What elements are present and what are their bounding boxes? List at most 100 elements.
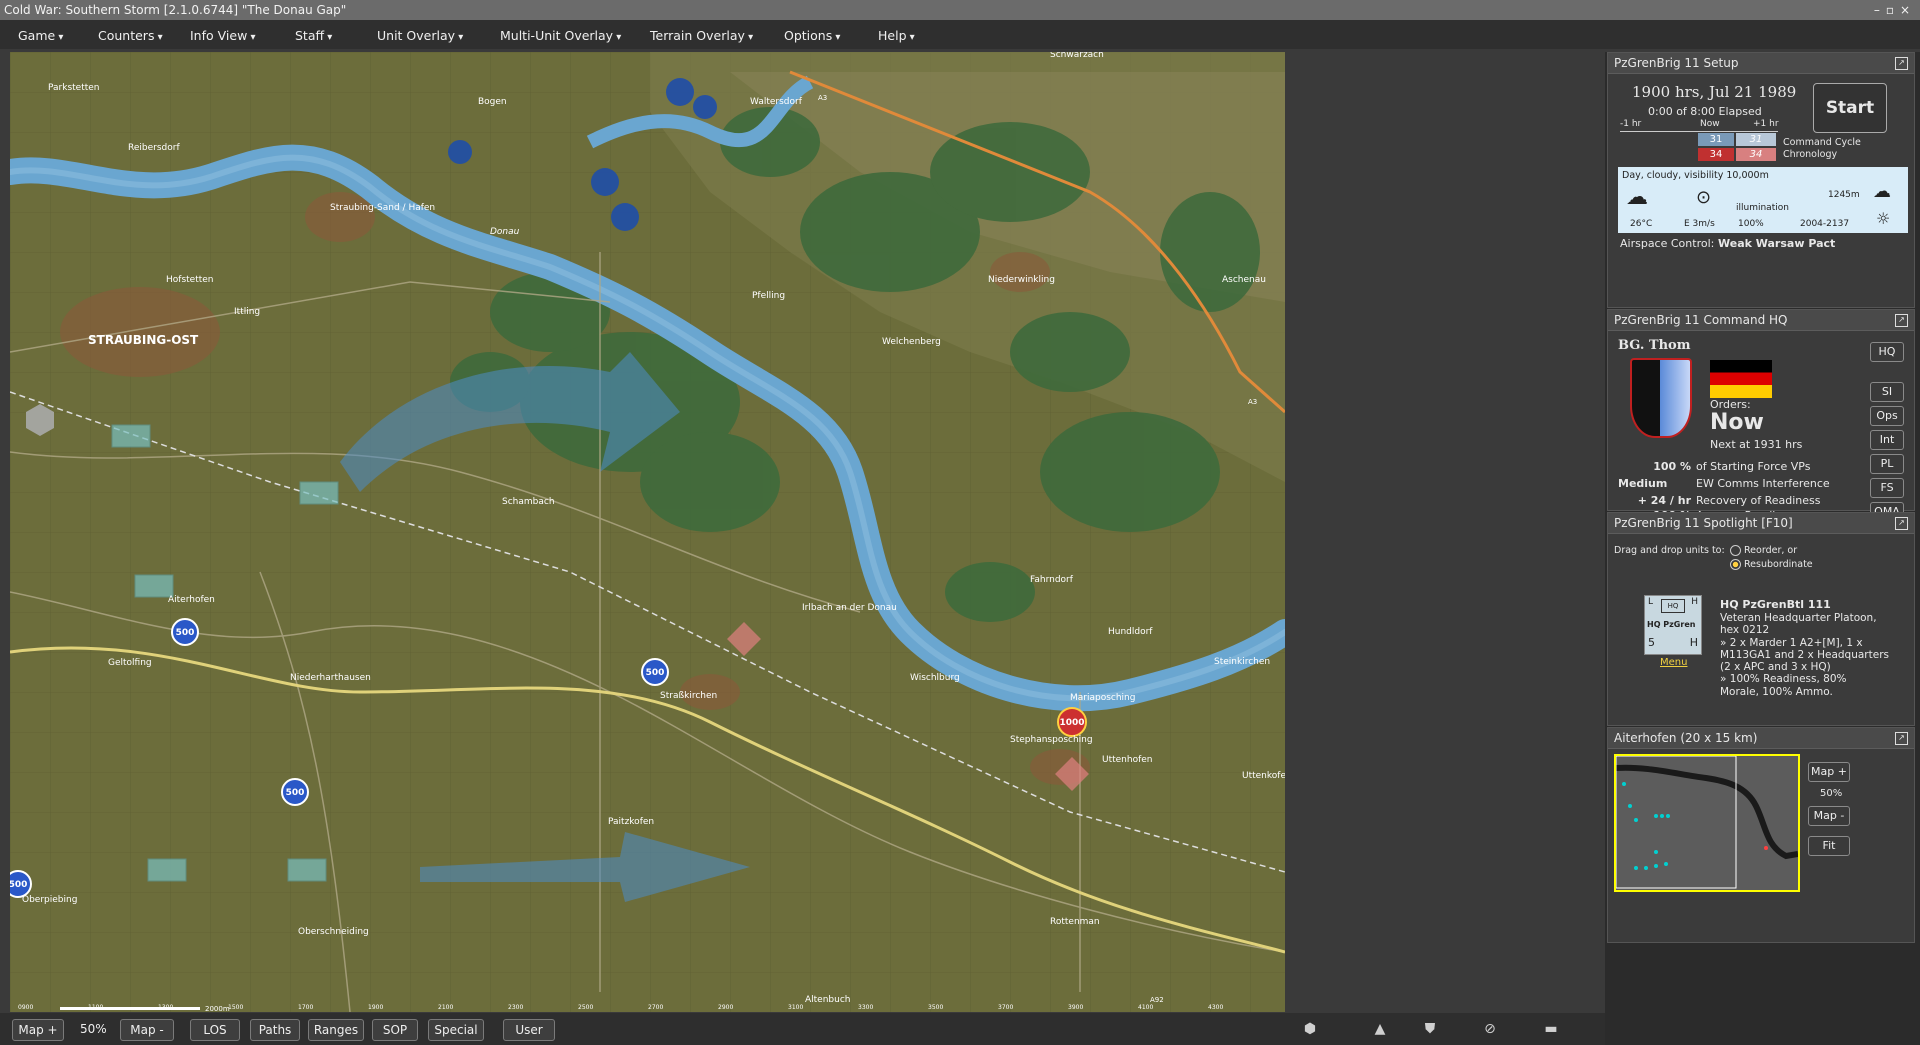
int-button[interactable]: Int [1870, 430, 1904, 450]
truck-icon[interactable]: ▬ [1543, 1021, 1559, 1037]
map-coordinate: 2100 [438, 1004, 453, 1011]
chronology-value: 34 [1698, 148, 1734, 161]
counter-h: H [1691, 597, 1698, 607]
reorder-label: Reorder, or [1744, 545, 1798, 556]
map-coordinate: 3300 [858, 1004, 873, 1011]
si-button[interactable]: SI [1870, 382, 1904, 402]
counter-name: HQ PzGren [1647, 620, 1696, 629]
menu-game[interactable]: Game [18, 28, 63, 43]
minimap-zoom-level: 50% [1820, 788, 1843, 799]
title-bar: Cold War: Southern Storm [2.1.0.6744] "T… [0, 0, 1920, 20]
counter-strength: 5 [1648, 636, 1655, 649]
unit-menu-link[interactable]: Menu [1660, 657, 1687, 668]
unit-counter[interactable]: L HQ H HQ PzGren 5 H [1644, 595, 1702, 655]
place-label: Hofstetten [166, 275, 214, 285]
map-coordinate: 1300 [158, 1004, 173, 1011]
place-label: Irlbach an der Donau [802, 603, 897, 613]
minimap-panel: Aiterhofen (20 x 15 km) ↗ Map + 50% Map … [1607, 727, 1915, 943]
los-button[interactable]: LOS [190, 1019, 240, 1041]
place-label: Bogen [478, 97, 507, 107]
minimap-zoom-in-button[interactable]: Map + [1808, 762, 1850, 782]
svg-text:A3: A3 [1248, 398, 1257, 406]
panel-title: PzGrenBrig 11 Command HQ [1614, 313, 1788, 327]
map-zoom-level: 50% [80, 1022, 107, 1036]
place-label: Schambach [502, 497, 555, 507]
start-button[interactable]: Start [1813, 83, 1887, 133]
hex-icon[interactable]: ⬢ [1302, 1021, 1318, 1037]
resubordinate-radio[interactable] [1730, 559, 1741, 570]
place-label: Steinkirchen [1214, 657, 1270, 667]
elapsed-time: 0:00 of 8:00 Elapsed [1648, 105, 1762, 118]
place-label: Waltersdorf [750, 97, 803, 107]
menu-multi-unit-overlay[interactable]: Multi-Unit Overlay [500, 28, 621, 43]
visibility-off-icon[interactable]: ⊘ [1482, 1021, 1498, 1037]
user-button[interactable]: User [503, 1019, 555, 1041]
fs-button[interactable]: FS [1870, 478, 1904, 498]
ranges-button[interactable]: Ranges [308, 1019, 364, 1041]
place-label: Uttenkofen [1242, 771, 1285, 781]
place-label: Niederwinkling [988, 275, 1055, 285]
place-label: Stephansposching [1010, 735, 1093, 745]
counter-l: L [1648, 597, 1654, 607]
minimap-fit-button[interactable]: Fit [1808, 836, 1850, 856]
hq-button[interactable]: HQ [1870, 342, 1904, 362]
map-coordinate: 3500 [928, 1004, 943, 1011]
popout-icon[interactable]: ↗ [1895, 517, 1908, 530]
place-label: Hundldorf [1108, 627, 1153, 637]
place-label: Parkstetten [48, 83, 100, 93]
shield-icon[interactable]: ⛊ [1422, 1021, 1438, 1037]
weather-box: Day, cloudy, visibility 10,000m ☁ ⊙ 1245… [1618, 167, 1908, 233]
menu-terrain-overlay[interactable]: Terrain Overlay [650, 28, 753, 43]
window-controls[interactable]: –▫× [1874, 0, 1916, 20]
tactical-map[interactable]: 500 500 500 500 1000 Parkstetten Reibers… [10, 52, 1285, 1012]
popout-icon[interactable]: ↗ [1895, 57, 1908, 70]
place-label: Wischlburg [910, 673, 960, 683]
reorder-radio[interactable] [1730, 545, 1741, 556]
popout-icon[interactable]: ↗ [1895, 732, 1908, 745]
map-zoom-in-button[interactable]: Map + [12, 1019, 64, 1041]
wind-speed: E 3m/s [1684, 219, 1715, 229]
place-label: Paitzkofen [608, 817, 654, 827]
spotlight-panel-header: PzGrenBrig 11 Spotlight [F10] ↗ [1608, 513, 1914, 534]
sop-button[interactable]: SOP [372, 1019, 418, 1041]
panel-title: Aiterhofen (20 x 15 km) [1614, 731, 1758, 745]
menu-info-view[interactable]: Info View [190, 28, 256, 43]
stat-label: of Starting Force VPs [1696, 460, 1811, 473]
panel-title: PzGrenBrig 11 Spotlight [F10] [1614, 516, 1793, 530]
brigade-crest-icon [1630, 358, 1692, 438]
map-coordinate: 1700 [298, 1004, 313, 1011]
minimap-zoom-out-button[interactable]: Map - [1808, 806, 1850, 826]
map-zoom-out-button[interactable]: Map - [120, 1019, 174, 1041]
unit-label: 500 [286, 788, 305, 798]
popout-icon[interactable]: ↗ [1895, 314, 1908, 327]
place-label: Geltolfing [108, 658, 152, 668]
ops-button[interactable]: Ops [1870, 406, 1904, 426]
menu-help[interactable]: Help [878, 28, 915, 43]
commander-name: BG. Thom [1618, 338, 1691, 353]
unit-name: HQ PzGrenBtl 111 [1720, 598, 1831, 611]
sun-icon: ☼ [1876, 209, 1891, 228]
special-button[interactable]: Special [428, 1019, 484, 1041]
place-label: Aiterhofen [168, 595, 215, 605]
menu-counters[interactable]: Counters [98, 28, 163, 43]
unit-label: 500 [10, 880, 27, 890]
terrain-icon[interactable]: ▲ [1372, 1021, 1388, 1037]
map-coordinate: 1500 [228, 1004, 243, 1011]
place-label: Ittling [234, 307, 260, 317]
menu-unit-overlay[interactable]: Unit Overlay [377, 28, 463, 43]
cloudy-weather-icon: ☁ [1626, 185, 1648, 210]
command-cycle-future: 31 [1736, 133, 1776, 146]
menu-options[interactable]: Options [784, 28, 840, 43]
spotlight-panel: PzGrenBrig 11 Spotlight [F10] ↗ Drag and… [1607, 512, 1915, 726]
command-hq-panel: PzGrenBrig 11 Command HQ ↗ BG. Thom Orde… [1607, 309, 1915, 522]
wind-direction-icon: ⊙ [1696, 187, 1712, 208]
minimap-view[interactable] [1614, 754, 1800, 892]
cloud-ceiling: 1245m [1828, 190, 1860, 200]
counter-hq-symbol: HQ [1661, 599, 1685, 613]
menu-staff[interactable]: Staff [295, 28, 332, 43]
paths-button[interactable]: Paths [250, 1019, 300, 1041]
menu-bar: Game Counters Info View Staff Unit Overl… [0, 20, 1920, 49]
pl-button[interactable]: PL [1870, 454, 1904, 474]
unit-label: 500 [646, 668, 665, 678]
map-background [1285, 52, 1605, 1012]
